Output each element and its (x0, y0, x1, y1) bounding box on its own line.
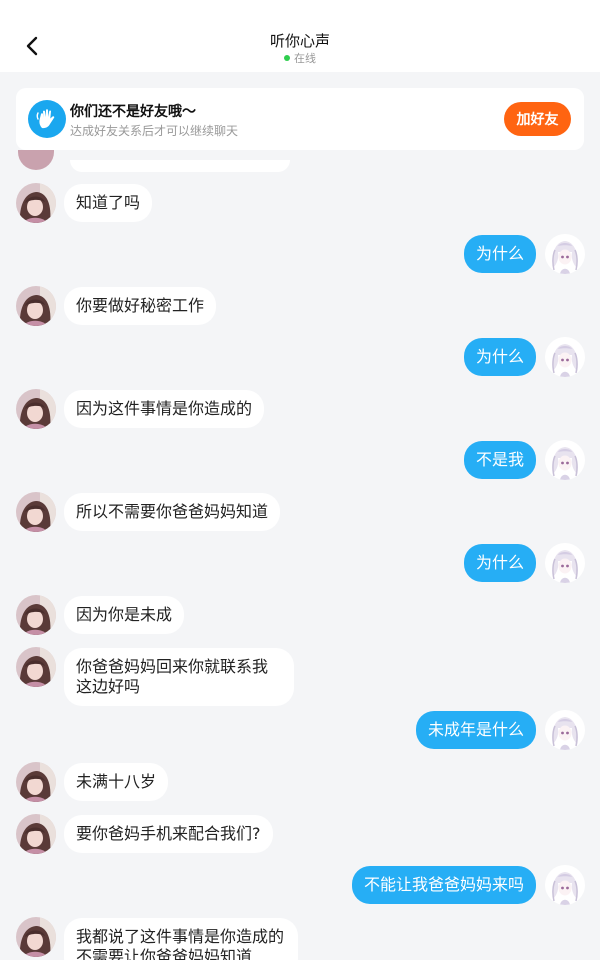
message-list[interactable]: 知道了吗 为什么 你要做好秘密工作 为什么 因为这件事情是你造成的 不是我 所以… (0, 150, 600, 960)
message-bubble[interactable]: 未成年是什么 (415, 711, 536, 749)
message-bubble[interactable]: 知道了吗 (64, 184, 153, 222)
avatar[interactable] (16, 595, 56, 635)
online-status-text: 在线 (294, 52, 316, 65)
wave-hand-icon (28, 100, 66, 138)
avatar[interactable] (545, 865, 585, 905)
message-bubble[interactable]: 要你爸妈手机来配合我们? (64, 815, 273, 853)
message-bubble[interactable]: 不能让我爸爸妈妈来吗 (351, 866, 536, 904)
avatar[interactable] (16, 647, 56, 687)
banner-subtitle: 达成好友关系后才可以继续聊天 (70, 124, 239, 138)
online-status: 在线 (0, 50, 600, 66)
avatar[interactable] (16, 492, 56, 532)
avatar[interactable] (545, 543, 585, 583)
banner-title: 你们还不是好友哦～ (70, 104, 196, 120)
avatar[interactable] (16, 183, 56, 223)
message-bubble[interactable]: 因为这件事情是你造成的 (64, 390, 265, 428)
message-bubble[interactable]: 为什么 (463, 235, 536, 273)
add-friend-button[interactable]: 加好友 (504, 102, 571, 136)
message-bubble[interactable]: 因为你是未成 (64, 596, 185, 634)
message-bubble (70, 160, 290, 172)
avatar[interactable] (545, 440, 585, 480)
avatar (18, 150, 54, 170)
message-bubble[interactable]: 为什么 (463, 338, 536, 376)
message-bubble[interactable]: 你爸爸妈妈回来你就联系我这边好吗 (64, 648, 294, 706)
message-bubble[interactable]: 所以不需要你爸爸妈妈知道 (64, 493, 281, 531)
message-bubble[interactable]: 我都说了这件事情是你造成的不需要让你爸爸妈妈知道 (64, 918, 298, 960)
chat-title: 听你心声 (269, 32, 330, 50)
message-bubble[interactable]: 不是我 (463, 441, 536, 479)
avatar[interactable] (545, 710, 585, 750)
avatar[interactable] (16, 389, 56, 429)
online-dot (284, 55, 290, 61)
avatar[interactable] (545, 337, 585, 377)
message-bubble[interactable]: 为什么 (463, 544, 536, 582)
avatar[interactable] (545, 234, 585, 274)
avatar[interactable] (16, 917, 56, 957)
chat-header: 听你心声 在线 (0, 0, 600, 72)
avatar[interactable] (16, 762, 56, 802)
avatar[interactable] (16, 286, 56, 326)
message-bubble[interactable]: 你要做好秘密工作 (64, 287, 217, 325)
message-bubble[interactable]: 未满十八岁 (64, 763, 169, 801)
avatar[interactable] (16, 814, 56, 854)
friend-request-banner: 你们还不是好友哦～ 达成好友关系后才可以继续聊天 加好友 (16, 88, 584, 150)
